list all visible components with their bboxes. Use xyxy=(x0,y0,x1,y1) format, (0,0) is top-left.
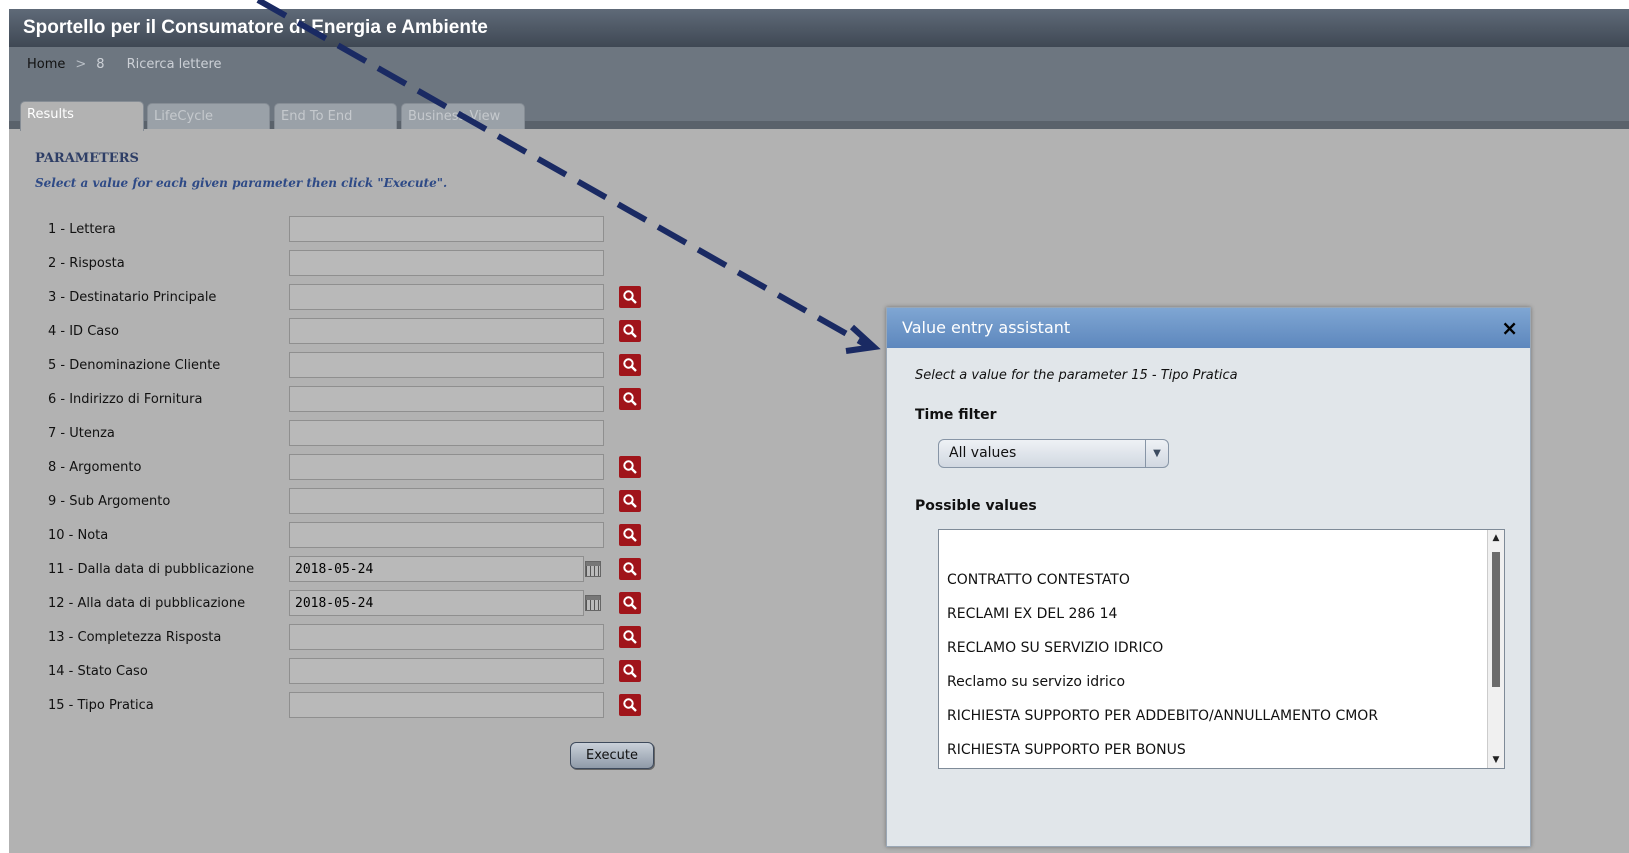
annotation-arrow-line xyxy=(256,0,870,349)
annotation-arrow xyxy=(256,0,881,354)
